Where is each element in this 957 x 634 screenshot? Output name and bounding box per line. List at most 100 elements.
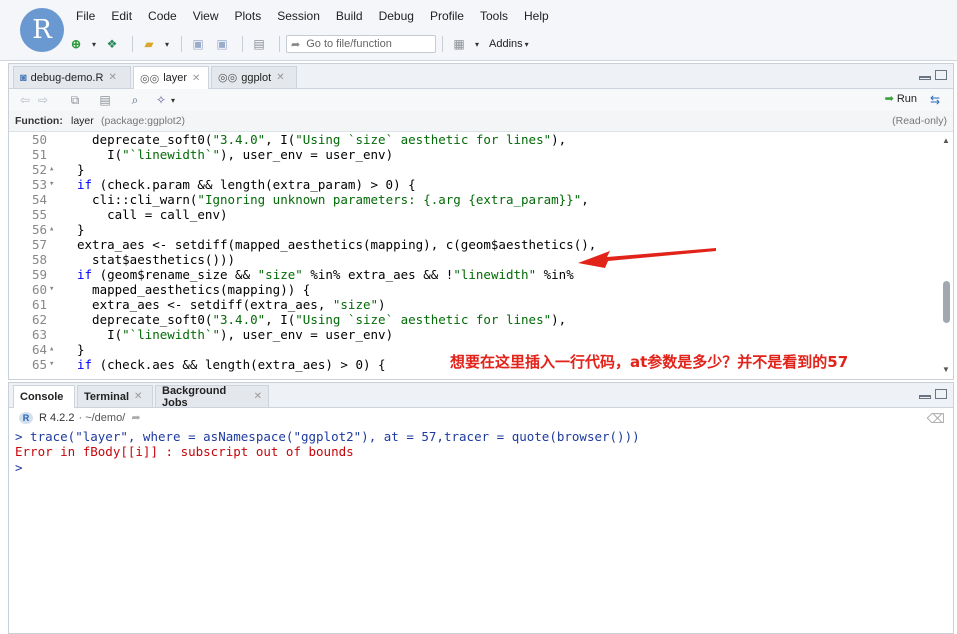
annotation-arrow — [578, 248, 716, 268]
editor-scrollbar[interactable]: ▲ ▼ — [941, 136, 951, 374]
tab-background-jobs[interactable]: Background Jobs ✕ — [155, 385, 269, 409]
fold-toggle-icon[interactable]: ▴ — [49, 162, 59, 177]
function-package: (package:ggplot2) — [101, 115, 186, 127]
code-line[interactable]: 53 ▾ if (check.param && length(extra_param… — [9, 177, 939, 192]
tab-label: Terminal — [84, 390, 130, 403]
code-text: if (check.aes && length(extra_aes) > 0) … — [77, 357, 386, 372]
scrollbar-thumb[interactable] — [943, 281, 950, 323]
tab-ggplot[interactable]: ◎◎ ggplot ✕ — [211, 66, 297, 88]
code-line[interactable]: 59 if (geom$rename_size && "size" %in% ex… — [9, 267, 939, 282]
code-line[interactable]: 54 cli::cli_warn("Ignoring unknown param… — [9, 192, 939, 207]
code-line[interactable]: 51 I("`linewidth`"), user_env = user_env… — [9, 147, 939, 162]
goto-placeholder: Go to file/function — [306, 38, 392, 50]
maximize-icon[interactable] — [935, 389, 947, 399]
line-number: 52 — [31, 162, 47, 177]
close-icon[interactable]: ✕ — [108, 72, 116, 83]
code-text: mapped_aesthetics(mapping)) { — [77, 282, 311, 297]
goto-file-input[interactable]: ➦ Go to file/function — [286, 35, 436, 53]
tab-layer[interactable]: ◎◎ layer ✕ — [133, 66, 209, 89]
menu-session[interactable]: Session — [277, 9, 320, 25]
source-arrows-icon[interactable]: ⇆ — [925, 90, 945, 110]
console-tabs: Console Terminal ✕ Background Jobs ✕ — [9, 383, 953, 409]
run-button[interactable]: ➡ Run — [885, 92, 917, 106]
annotation-text: 想要在这里插入一行代码，at参数是多少？并不是看到的57 — [450, 353, 849, 371]
dropdown-arrow-icon[interactable]: ▾ — [90, 34, 98, 54]
code-line[interactable]: 50 deprecate_soft0("3.4.0", I("Using `si… — [9, 132, 939, 147]
back-icon[interactable]: ⇦ — [15, 90, 35, 110]
code-line[interactable]: 62 deprecate_soft0("3.4.0", I("Using `si… — [9, 312, 939, 327]
go-to-directory-icon[interactable]: ➦ — [131, 412, 140, 424]
menu-tools[interactable]: Tools — [480, 9, 508, 25]
close-icon[interactable]: ✕ — [254, 391, 262, 402]
code-text: extra_aes <- setdiff(mapped_aesthetics(m… — [77, 237, 597, 252]
r-version-icon: R — [19, 412, 33, 425]
main-toolbar: ⊕ ▾ ❖ ▰ ▾ ▣ ▣ ▤ ➦ Go to file/function ▦ … — [66, 33, 535, 55]
working-directory[interactable]: · ~/demo/ — [78, 412, 125, 424]
function-name: layer — [71, 115, 94, 127]
dropdown-arrow-icon[interactable]: ▾ — [169, 90, 177, 110]
close-icon[interactable]: ✕ — [192, 73, 200, 84]
code-line[interactable]: 61 extra_aes <- setdiff(extra_aes, "size… — [9, 297, 939, 312]
scroll-up-icon[interactable]: ▲ — [942, 136, 950, 145]
code-line[interactable]: 57 extra_aes <- setdiff(mapped_aesthetics… — [9, 237, 939, 252]
menu-code[interactable]: Code — [148, 9, 177, 25]
menu-help[interactable]: Help — [524, 9, 549, 25]
console-prompt[interactable]: > — [15, 460, 23, 475]
menu-build[interactable]: Build — [336, 9, 363, 25]
dropdown-arrow-icon[interactable]: ▾ — [523, 34, 531, 54]
line-number: 61 — [31, 297, 47, 312]
code-line[interactable]: 63 I("`linewidth`"), user_env = user_env… — [9, 327, 939, 342]
code-line[interactable]: 55 call = call_env) — [9, 207, 939, 222]
forward-icon[interactable]: ⇨ — [33, 90, 53, 110]
toolbar-divider — [279, 36, 280, 52]
new-file-icon[interactable]: ⊕ — [66, 34, 86, 54]
code-area[interactable]: 50 deprecate_soft0("3.4.0", I("Using `si… — [9, 132, 939, 378]
minimize-icon[interactable] — [919, 76, 931, 80]
code-text: I("`linewidth`"), user_env = user_env) — [77, 327, 394, 342]
toolbar-divider — [242, 36, 243, 52]
line-number: 65 — [31, 357, 47, 372]
menu-file[interactable]: File — [76, 9, 95, 25]
grid-layout-icon[interactable]: ▦ — [449, 34, 469, 54]
source-editor-pane: ◙ debug-demo.R ✕ ◎◎ layer ✕ ◎◎ ggplot ✕ … — [8, 63, 954, 380]
fold-toggle-icon[interactable]: ▴ — [49, 222, 59, 237]
menu-profile[interactable]: Profile — [430, 9, 464, 25]
code-line[interactable]: 60 ▾ mapped_aesthetics(mapping)) { — [9, 282, 939, 297]
tab-console[interactable]: Console — [13, 385, 75, 408]
close-icon[interactable]: ✕ — [134, 391, 142, 402]
code-line[interactable]: 58 stat$aesthetics())) — [9, 252, 939, 267]
fold-toggle-icon[interactable]: ▴ — [49, 342, 59, 357]
window-controls — [915, 389, 947, 399]
code-text: stat$aesthetics())) — [77, 252, 236, 267]
open-file-icon[interactable]: ▰ — [139, 34, 159, 54]
new-project-icon[interactable]: ❖ — [102, 34, 122, 54]
save-all-icon[interactable]: ▣ — [212, 34, 232, 54]
addins-menu[interactable]: Addins — [489, 38, 523, 50]
fold-toggle-icon[interactable]: ▾ — [49, 177, 59, 192]
minimize-icon[interactable] — [919, 395, 931, 399]
fold-toggle-icon[interactable]: ▾ — [49, 357, 59, 372]
menu-view[interactable]: View — [193, 9, 219, 25]
code-line[interactable]: 52 ▴} — [9, 162, 939, 177]
show-in-window-icon[interactable]: ⧉ — [65, 90, 85, 110]
menu-edit[interactable]: Edit — [111, 9, 132, 25]
dropdown-arrow-icon[interactable]: ▾ — [163, 34, 171, 54]
tab-terminal[interactable]: Terminal ✕ — [77, 385, 153, 407]
toolbar-divider — [442, 36, 443, 52]
menu-plots[interactable]: Plots — [235, 9, 262, 25]
save-icon[interactable]: ▣ — [188, 34, 208, 54]
clear-console-icon[interactable]: ⌫ — [927, 411, 945, 427]
line-number: 58 — [31, 252, 47, 267]
print-icon[interactable]: ▤ — [249, 34, 269, 54]
print-icon[interactable]: ▤ — [95, 90, 115, 110]
menu-debug[interactable]: Debug — [379, 9, 414, 25]
fold-toggle-icon[interactable]: ▾ — [49, 282, 59, 297]
code-tools-wand-icon[interactable]: ✧ — [151, 90, 171, 110]
dropdown-arrow-icon[interactable]: ▾ — [473, 34, 481, 54]
code-line[interactable]: 56 ▴} — [9, 222, 939, 237]
scroll-down-icon[interactable]: ▼ — [942, 365, 950, 374]
tab-debug-demo[interactable]: ◙ debug-demo.R ✕ — [13, 66, 131, 88]
maximize-icon[interactable] — [935, 70, 947, 80]
close-icon[interactable]: ✕ — [276, 72, 284, 83]
search-icon[interactable]: ⌕ — [125, 90, 145, 110]
